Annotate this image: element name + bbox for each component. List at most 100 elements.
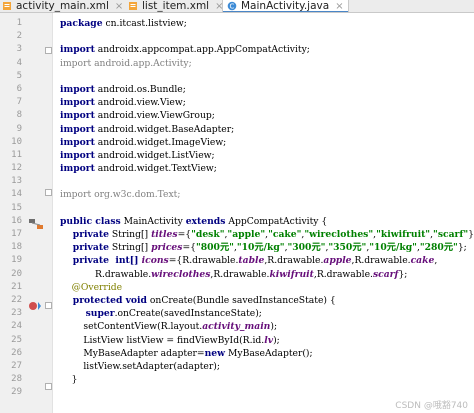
keyword: import (60, 149, 95, 161)
code-line: package cn.itcast.listview; (60, 17, 470, 30)
line-number: 24 (11, 321, 22, 332)
line-number: 26 (11, 347, 22, 358)
keyword: int[] (108, 255, 142, 267)
gutter-separator (52, 13, 53, 413)
code-text: ,R.drawable. (313, 268, 373, 280)
string-literal: "apple" (227, 229, 266, 240)
code-line: @Override (60, 281, 470, 294)
keyword: new (204, 347, 226, 359)
field-name: cake (410, 255, 435, 267)
fold-toggle-icon[interactable] (45, 47, 52, 54)
code-text: String[] (108, 229, 152, 240)
code-text: ,R.drawable. (210, 268, 270, 280)
line-number: 17 (11, 229, 22, 239)
keyword: protected void (60, 294, 147, 306)
line-number: 7 (16, 97, 22, 108)
close-tab-icon[interactable]: × (115, 1, 123, 12)
code-line: setContentView(R.layout.activity_main); (60, 320, 470, 333)
line-number: 18 (11, 242, 22, 253)
code-text: android.widget.ListView; (94, 149, 215, 161)
code-text: MainActivity (120, 215, 186, 227)
string-literal: "cake" (268, 229, 302, 240)
field-name: apple (323, 255, 352, 267)
code-line: R.drawable.wireclothes,R.drawable.kiwifr… (60, 268, 470, 281)
code-text: , (434, 255, 438, 267)
field-name: table (238, 255, 265, 267)
code-line: listView.setAdapter(adapter); (60, 360, 470, 373)
code-line: import org.w3c.dom.Text; (60, 188, 470, 201)
code-text: MyBaseAdapter(); (225, 347, 313, 359)
code-text: android.view.View; (94, 97, 186, 109)
line-number: 8 (16, 110, 22, 121)
code-line: import androidx.appcompat.app.AppCompatA… (60, 43, 470, 56)
line-number: 23 (11, 308, 22, 319)
line-number: 13 (11, 176, 22, 187)
code-text: ={R.drawable. (168, 255, 239, 267)
code-text: ); (270, 321, 278, 333)
code-text: } (60, 374, 78, 386)
line-number: 2 (16, 31, 22, 42)
line-number: 25 (11, 334, 22, 345)
code-text: setContentView(R.layout. (60, 321, 203, 333)
code-line: public class MainActivity extends AppCom… (60, 215, 470, 228)
code-line: MyBaseAdapter adapter=new MyBaseAdapter(… (60, 347, 470, 360)
code-line: } (60, 373, 470, 386)
fold-toggle-icon[interactable] (45, 383, 52, 390)
keyword: private (60, 242, 109, 254)
code-text: ,R.drawable. (264, 255, 324, 267)
string-literal: "desk" (191, 229, 225, 240)
code-line: private String[] prices={"800元","10元/kg"… (60, 241, 470, 254)
string-literal: "280元" (419, 242, 458, 254)
string-literal: "350元" (328, 242, 367, 254)
keyword: extends (185, 215, 226, 227)
line-number: 21 (11, 281, 22, 292)
tab-main-activity-java[interactable]: C MainActivity.java × (222, 0, 349, 12)
line-number: 11 (11, 149, 22, 160)
fold-toggle-icon[interactable] (45, 189, 52, 196)
code-text: cn.itcast.listview; (102, 18, 187, 29)
field-name: icons (141, 255, 169, 267)
editor-tab-bar: activity_main.xml × list_item.xml × C Ma… (0, 0, 474, 13)
string-literal: "wireclothes" (304, 229, 374, 240)
close-tab-icon[interactable]: × (335, 1, 343, 12)
line-number: 5 (16, 70, 22, 81)
code-text: ); (273, 334, 280, 346)
field-name: kiwifruit (269, 268, 314, 280)
string-literal: "800元" (195, 242, 234, 254)
code-line: import android.widget.ImageView; (60, 136, 470, 149)
field-name: scarf (372, 268, 399, 280)
code-text: android.widget.TextView; (94, 163, 217, 175)
java-class-icon: C (227, 1, 237, 11)
keyword: import (60, 83, 95, 95)
code-line: import android.widget.BaseAdapter; (60, 123, 470, 136)
keyword: private (60, 229, 109, 240)
code-line: import android.view.ViewGroup; (60, 109, 470, 122)
annotation: @Override (60, 281, 123, 293)
code-text: android.view.ViewGroup; (94, 110, 215, 122)
class-hierarchy-icon[interactable] (28, 218, 44, 230)
override-method-icon[interactable] (28, 300, 42, 312)
code-editor[interactable]: package cn.itcast.listview; import andro… (60, 17, 474, 399)
string-literal: "10元/kg" (369, 242, 417, 254)
keyword: private (60, 255, 109, 267)
line-number: 4 (16, 57, 22, 68)
code-text: android.widget.ImageView; (94, 136, 227, 148)
code-text: }; (457, 242, 467, 254)
string-literal: "300元" (287, 242, 326, 254)
code-text: ={ (182, 242, 196, 254)
code-line: import android.view.View; (60, 96, 470, 109)
field-name: activity_main (202, 321, 271, 333)
line-number: 20 (11, 268, 22, 279)
tab-activity-main-xml[interactable]: activity_main.xml × (2, 0, 123, 12)
code-line: import android.app.Activity; (60, 57, 470, 70)
keyword: super (60, 308, 115, 320)
tab-list-item-xml[interactable]: list_item.xml × (128, 0, 223, 12)
code-line: ListView listView = findViewById(R.id.lv… (60, 334, 470, 347)
code-text: String[] (108, 242, 152, 254)
keyword: public class (60, 215, 121, 227)
fold-toggle-icon[interactable] (45, 302, 52, 309)
line-number: 15 (11, 202, 22, 213)
code-line: protected void onCreate(Bundle savedInst… (60, 294, 470, 307)
string-literal: "scarf" (433, 229, 469, 240)
